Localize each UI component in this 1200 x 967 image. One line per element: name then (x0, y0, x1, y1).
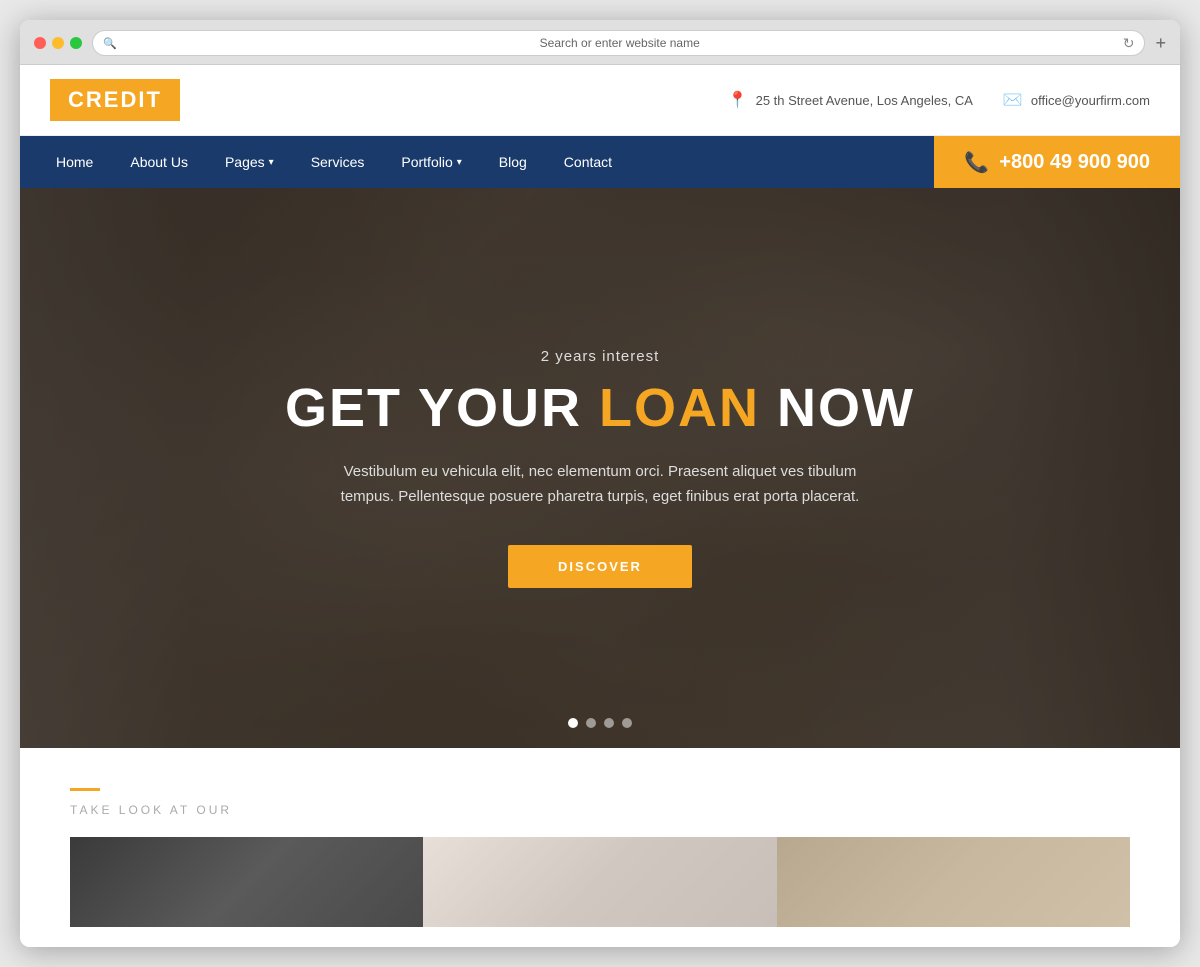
website-content: CREDIT 📍 25 th Street Avenue, Los Angele… (20, 65, 1180, 947)
bottom-image-1 (70, 837, 423, 927)
nav-item-home[interactable]: Home (40, 136, 109, 188)
bottom-image-2 (423, 837, 776, 927)
reload-button[interactable]: ↻ (1123, 35, 1135, 52)
hero-title: GET YOUR LOAN NOW (285, 379, 915, 438)
contact-info: 📍 25 th Street Avenue, Los Angeles, CA ✉… (728, 90, 1150, 110)
portfolio-dropdown-icon: ▾ (457, 157, 462, 168)
slider-dot-2[interactable] (586, 718, 596, 728)
browser-window: 🔍 Search or enter website name ↻ + CREDI… (20, 20, 1180, 947)
location-icon: 📍 (728, 90, 748, 110)
new-tab-button[interactable]: + (1155, 33, 1166, 54)
slider-dots (568, 718, 632, 728)
hero-subtitle: 2 years interest (541, 348, 660, 365)
hero-description: Vestibulum eu vehicula elit, nec element… (320, 459, 880, 510)
phone-number: +800 49 900 900 (999, 151, 1150, 174)
email-item: ✉️ office@yourfirm.com (1003, 90, 1150, 110)
browser-dots (34, 37, 82, 49)
hero-content: 2 years interest GET YOUR LOAN NOW Vesti… (20, 188, 1180, 748)
nav-item-portfolio[interactable]: Portfolio ▾ (385, 136, 477, 188)
slider-dot-4[interactable] (622, 718, 632, 728)
hero-title-highlight: LOAN (599, 378, 760, 438)
bottom-images (70, 837, 1130, 927)
hero-section: 2 years interest GET YOUR LOAN NOW Vesti… (20, 188, 1180, 748)
email-text: office@yourfirm.com (1031, 93, 1150, 108)
nav-links: Home About Us Pages ▾ Services Portfolio… (20, 136, 934, 188)
nav-item-about[interactable]: About Us (114, 136, 204, 188)
discover-button[interactable]: DISCOVER (508, 545, 692, 588)
nav-item-pages[interactable]: Pages ▾ (209, 136, 290, 188)
nav-item-contact[interactable]: Contact (548, 136, 628, 188)
hero-title-part2: NOW (760, 378, 915, 438)
slider-dot-1[interactable] (568, 718, 578, 728)
minimize-dot[interactable] (52, 37, 64, 49)
hero-title-part1: GET YOUR (285, 378, 599, 438)
search-icon: 🔍 (103, 37, 117, 50)
top-bar: CREDIT 📍 25 th Street Avenue, Los Angele… (20, 65, 1180, 136)
maximize-dot[interactable] (70, 37, 82, 49)
section-tag-line (70, 788, 100, 791)
address-item: 📍 25 th Street Avenue, Los Angeles, CA (728, 90, 973, 110)
close-dot[interactable] (34, 37, 46, 49)
nav-item-services[interactable]: Services (295, 136, 381, 188)
address-text: Search or enter website name (123, 36, 1117, 50)
bottom-section: TAKE LOOK AT OUR (20, 748, 1180, 947)
address-bar[interactable]: 🔍 Search or enter website name ↻ (92, 30, 1145, 56)
pages-dropdown-icon: ▾ (269, 157, 274, 168)
section-label: TAKE LOOK AT OUR (70, 803, 1130, 817)
phone-icon: 📞 (964, 150, 989, 175)
address-text: 25 th Street Avenue, Los Angeles, CA (756, 93, 973, 108)
bottom-image-3 (777, 837, 1130, 927)
nav-item-blog[interactable]: Blog (483, 136, 543, 188)
slider-dot-3[interactable] (604, 718, 614, 728)
navbar: Home About Us Pages ▾ Services Portfolio… (20, 136, 1180, 188)
site-logo[interactable]: CREDIT (50, 79, 180, 121)
nav-phone[interactable]: 📞 +800 49 900 900 (934, 136, 1180, 188)
email-icon: ✉️ (1003, 90, 1023, 110)
browser-chrome: 🔍 Search or enter website name ↻ + (20, 20, 1180, 65)
